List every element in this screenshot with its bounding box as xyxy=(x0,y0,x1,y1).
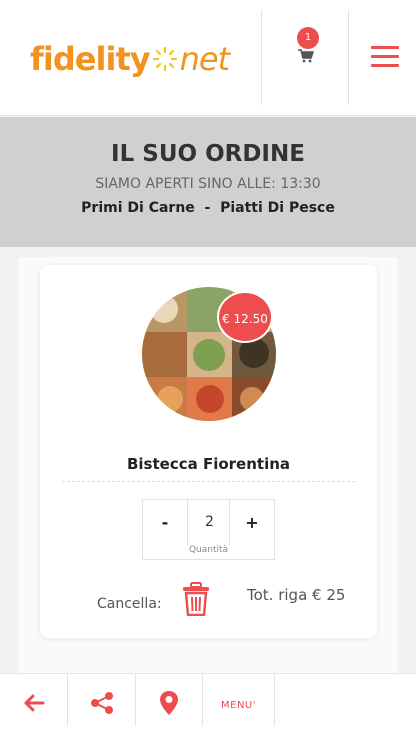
cart-icon xyxy=(298,48,315,63)
location-button[interactable] xyxy=(136,674,202,735)
menu-icon[interactable] xyxy=(371,46,399,68)
location-pin-icon xyxy=(159,690,179,720)
divider xyxy=(62,481,355,482)
trash-icon[interactable] xyxy=(181,582,211,617)
header-divider xyxy=(348,10,349,105)
share-button[interactable] xyxy=(68,674,135,735)
sun-icon xyxy=(152,46,178,72)
cart-button[interactable] xyxy=(262,0,348,116)
quantity-stepper: - 2 + Quantità xyxy=(142,499,275,560)
quantity-value[interactable]: 2 xyxy=(188,500,231,545)
increase-quantity-button[interactable]: + xyxy=(229,500,274,545)
quantity-label: Quantità xyxy=(188,545,229,555)
menu-button[interactable]: MENU' xyxy=(203,674,274,735)
fidelitynet-logo[interactable]: fidelity net xyxy=(30,38,231,80)
dish-name: Bistecca Fiorentina xyxy=(126,455,291,473)
arrow-left-icon xyxy=(23,694,45,716)
logo-text-primary: fidelity xyxy=(30,40,151,78)
bottom-nav: MENU' xyxy=(0,673,416,735)
row-total: Tot. riga € 25 xyxy=(247,586,346,604)
opening-hours: SIAMO APERTI SINO ALLE: 13:30 xyxy=(95,176,321,192)
order-banner: IL SUO ORDINE SIAMO APERTI SINO ALLE: 13… xyxy=(0,117,416,247)
cart-count-badge: 1 xyxy=(297,27,319,49)
nav-divider xyxy=(274,674,275,726)
page-title: IL SUO ORDINE xyxy=(111,141,305,167)
cancel-label: Cancella: xyxy=(97,596,162,612)
app-header: fidelity net 1 xyxy=(0,0,416,116)
back-button[interactable] xyxy=(0,674,67,735)
logo-text-secondary: net xyxy=(179,40,231,78)
share-icon xyxy=(90,691,114,719)
decrease-quantity-button[interactable]: - xyxy=(143,500,188,545)
menu-label: MENU' xyxy=(221,699,256,711)
order-item-card: € 12.50 Bistecca Fiorentina - 2 + Quanti… xyxy=(40,265,377,638)
price-badge: € 12.50 xyxy=(217,291,273,343)
category-list: Primi Di Carne - Piatti Di Pesce xyxy=(81,200,335,216)
